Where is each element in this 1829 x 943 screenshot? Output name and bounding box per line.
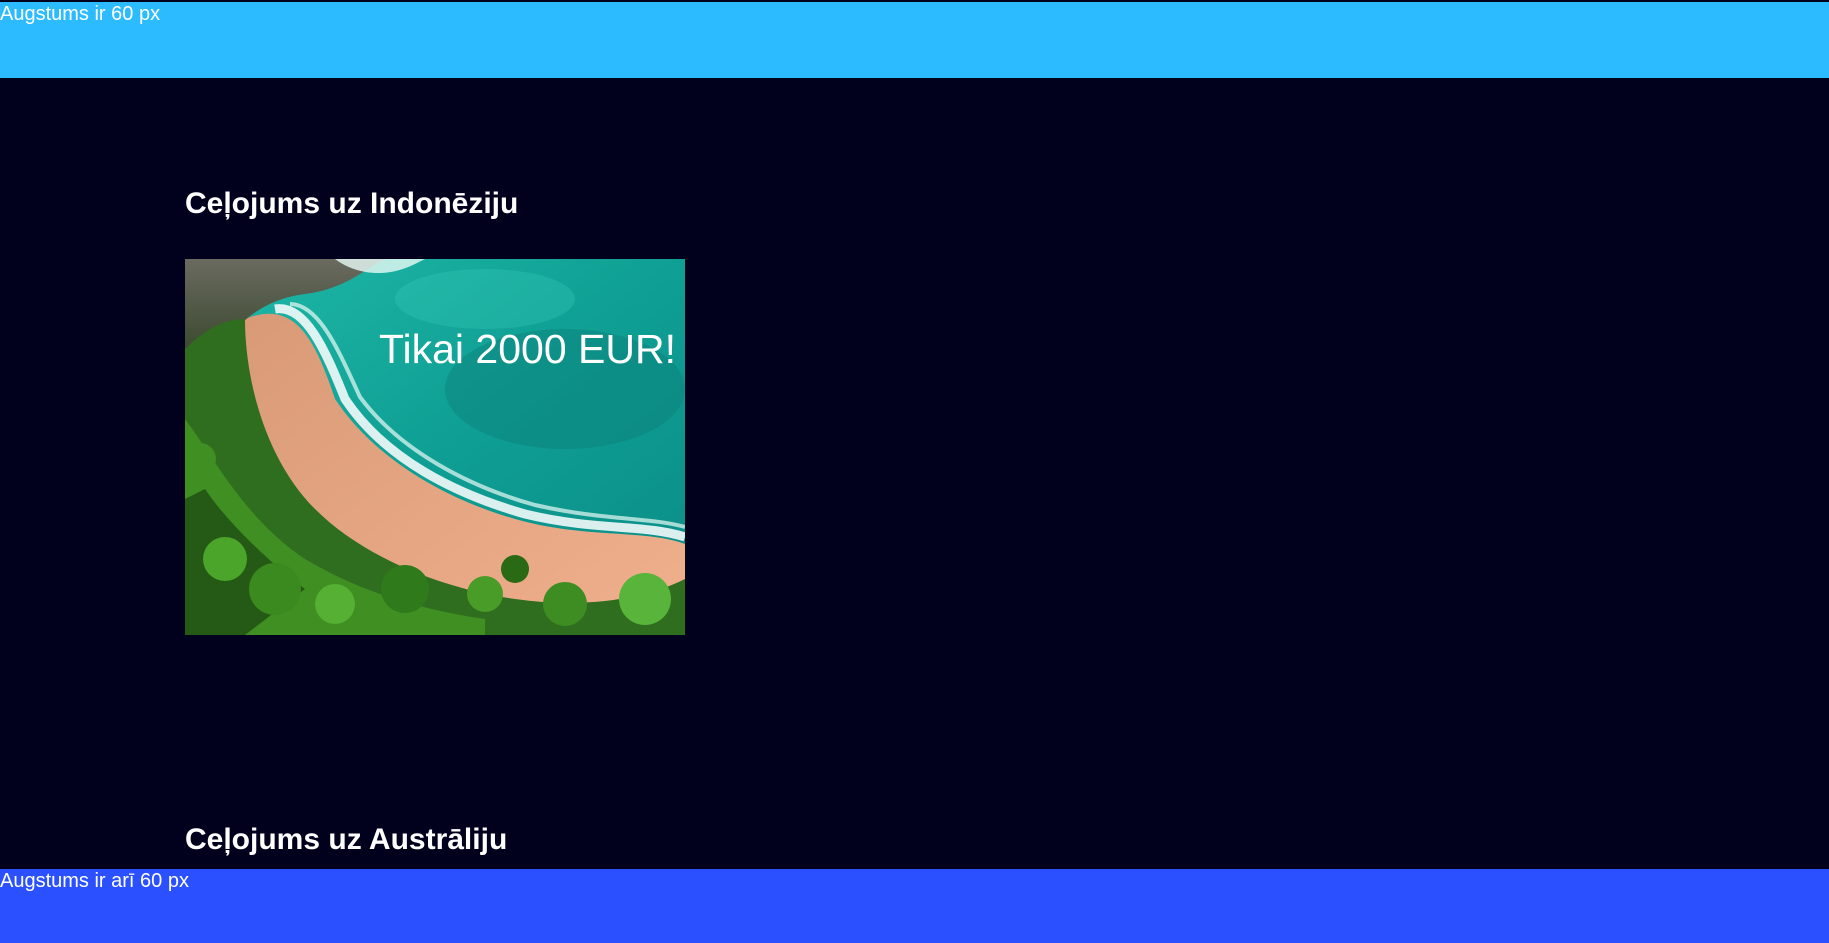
beach-photo [185,259,685,635]
trip-title-australia: Ceļojums uz Austrāliju [185,823,508,856]
header-bar: Augstums ir 60 px [0,2,1829,78]
trip-title-indonesia: Ceļojums uz Indonēziju [185,187,519,220]
footer-text: Augstums ir arī 60 px [0,870,189,892]
promo-price-text: Tikai 2000 EUR! [379,326,676,372]
main-content: Ceļojums uz Indonēziju Tikai 2000 EUR! C… [0,78,1829,869]
trip-promo-image: Tikai 2000 EUR! [185,259,685,635]
footer-bar: Augstums ir arī 60 px [0,869,1829,943]
header-text: Augstums ir 60 px [0,3,161,25]
